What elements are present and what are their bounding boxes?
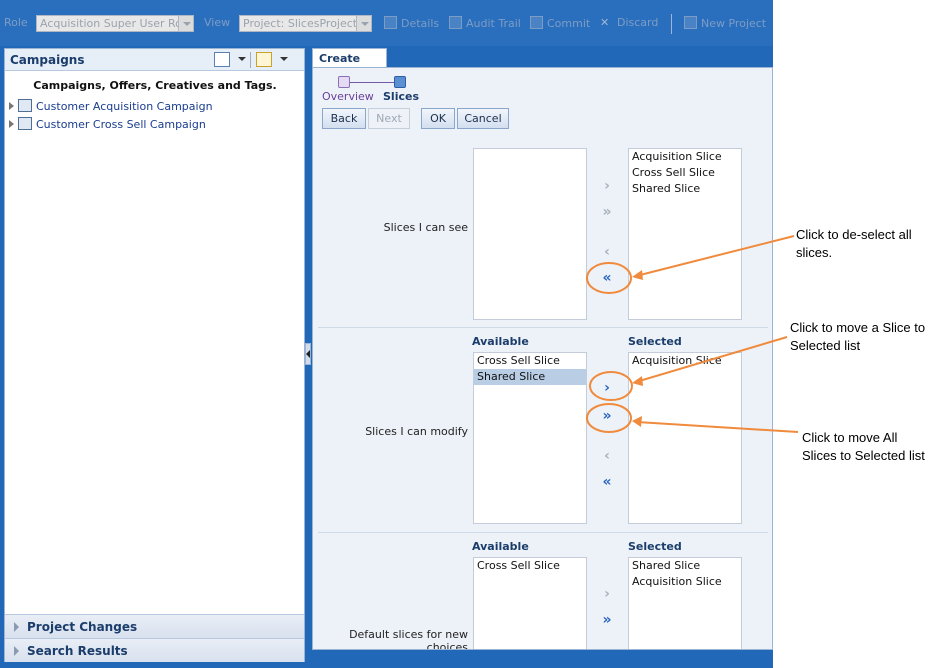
- move-all-right-icon[interactable]: »: [599, 205, 615, 219]
- selected-header-modify: Selected: [628, 335, 682, 348]
- chevron-down-icon: [356, 16, 371, 31]
- chevron-right-icon: [14, 622, 19, 632]
- train-label-slices: Slices: [383, 90, 419, 103]
- new-project-label: New Project: [701, 17, 767, 30]
- field-label-slices-see: Slices I can see: [383, 221, 468, 234]
- train-label-overview[interactable]: Overview: [322, 90, 374, 103]
- commit-icon: [530, 16, 543, 29]
- cancel-button[interactable]: Cancel: [457, 108, 509, 129]
- next-button[interactable]: Next: [368, 108, 410, 129]
- move-all-right-icon[interactable]: »: [599, 409, 615, 423]
- role-label: Role: [4, 16, 28, 29]
- section-divider: [318, 327, 768, 328]
- list-view-icon[interactable]: [214, 52, 230, 67]
- list-item[interactable]: Shared Slice: [629, 558, 741, 574]
- panel-splitter[interactable]: [305, 343, 311, 365]
- chevron-down-icon[interactable]: [238, 57, 246, 61]
- toolbar-divider: [671, 14, 672, 34]
- annotation-move-all: Click to move All Slices to Selected lis…: [802, 430, 925, 463]
- list-item[interactable]: Cross Sell Slice: [474, 558, 586, 574]
- accordion-label: Search Results: [27, 644, 128, 658]
- move-left-icon[interactable]: ‹: [599, 449, 615, 463]
- available-list-see[interactable]: [473, 148, 587, 320]
- discard-label: Discard: [617, 16, 659, 29]
- field-label-default-slices: Default slices for new choices: [349, 628, 468, 650]
- details-icon: [384, 16, 397, 29]
- available-header-default: Available: [472, 540, 529, 553]
- campaign-icon: [18, 117, 32, 130]
- header-divider: [250, 52, 251, 68]
- close-icon: ✕: [600, 16, 610, 29]
- tab-create-role[interactable]: Create Role: [312, 48, 387, 78]
- move-right-icon[interactable]: ›: [599, 381, 615, 395]
- chevron-down-icon: [178, 16, 193, 31]
- move-left-icon[interactable]: ‹: [599, 245, 615, 259]
- details-label: Details: [401, 17, 440, 30]
- list-item[interactable]: Shared Slice: [629, 181, 741, 197]
- audit-trail-button[interactable]: Audit Trail: [449, 16, 521, 30]
- view-select-value: Project: SlicesProject1: [243, 17, 365, 30]
- create-role-panel: Overview Slices Back Next OK Cancel Slic…: [312, 67, 773, 650]
- move-all-right-icon[interactable]: »: [599, 613, 615, 627]
- list-item[interactable]: Cross Sell Slice: [629, 165, 741, 181]
- selected-list-modify[interactable]: Acquisition Slice: [628, 352, 742, 524]
- field-label-slices-modify: Slices I can modify: [365, 425, 468, 438]
- details-button[interactable]: Details: [384, 16, 439, 30]
- campaigns-panel: Campaigns Campaigns, Offers, Creatives a…: [4, 48, 305, 662]
- tree-item-label: Customer Acquisition Campaign: [36, 100, 213, 113]
- new-project-button[interactable]: New Project: [684, 16, 766, 30]
- tree-item-customer-cross-sell[interactable]: Customer Cross Sell Campaign: [9, 117, 206, 131]
- move-all-left-icon[interactable]: «: [599, 475, 615, 489]
- selected-header-default: Selected: [628, 540, 682, 553]
- section-divider: [318, 532, 768, 533]
- chevron-down-icon[interactable]: [280, 57, 288, 61]
- new-project-icon: [684, 16, 697, 29]
- list-item[interactable]: Acquisition Slice: [629, 149, 741, 165]
- campaign-icon: [18, 99, 32, 112]
- selected-list-see[interactable]: Acquisition Slice Cross Sell Slice Share…: [628, 148, 742, 320]
- list-item[interactable]: Cross Sell Slice: [474, 353, 586, 369]
- available-header-modify: Available: [472, 335, 529, 348]
- accordion-search-results[interactable]: Search Results: [5, 638, 304, 662]
- available-list-default[interactable]: Cross Sell Slice: [473, 557, 587, 649]
- train-connector: [350, 82, 394, 83]
- campaigns-panel-subtitle: Campaigns, Offers, Creatives and Tags.: [33, 79, 277, 92]
- discard-button[interactable]: ✕ Discard: [600, 16, 658, 29]
- tree-item-label: Customer Cross Sell Campaign: [36, 118, 206, 131]
- audit-trail-label: Audit Trail: [466, 17, 521, 30]
- top-toolbar: Role Acquisition Super User Role View Pr…: [0, 0, 773, 46]
- ok-button[interactable]: OK: [421, 108, 455, 129]
- list-item-selected[interactable]: Shared Slice: [474, 369, 586, 385]
- tree-item-customer-acquisition[interactable]: Customer Acquisition Campaign: [9, 99, 213, 113]
- available-list-modify[interactable]: Cross Sell Slice Shared Slice: [473, 352, 587, 524]
- new-item-icon[interactable]: [256, 52, 272, 67]
- expand-icon[interactable]: [9, 120, 14, 128]
- annotation-deselect-all: Click to de-select all slices.: [796, 227, 912, 260]
- chevron-right-icon: [14, 646, 19, 656]
- role-select[interactable]: Acquisition Super User Role: [36, 15, 194, 32]
- list-item[interactable]: Acquisition Slice: [629, 574, 741, 590]
- accordion-label: Project Changes: [27, 620, 138, 634]
- list-item[interactable]: Acquisition Slice: [629, 353, 741, 369]
- app-window: Role Acquisition Super User Role View Pr…: [0, 0, 773, 668]
- move-right-icon[interactable]: ›: [599, 587, 615, 601]
- view-select[interactable]: Project: SlicesProject1: [239, 15, 372, 32]
- move-all-left-icon[interactable]: «: [599, 271, 615, 285]
- annotation-move-one: Click to move a Slice to Selected list: [790, 320, 926, 353]
- selected-list-default[interactable]: Shared Slice Acquisition Slice: [628, 557, 742, 649]
- train-step-overview[interactable]: [338, 76, 350, 88]
- accordion-project-changes[interactable]: Project Changes: [5, 614, 304, 638]
- campaigns-panel-title: Campaigns: [10, 53, 85, 67]
- expand-icon[interactable]: [9, 102, 14, 110]
- view-label: View: [204, 16, 231, 29]
- commit-button[interactable]: Commit: [530, 16, 590, 30]
- role-select-value: Acquisition Super User Role: [40, 17, 192, 30]
- train-step-slices[interactable]: [394, 76, 406, 88]
- audit-trail-icon: [449, 16, 462, 29]
- back-button[interactable]: Back: [322, 108, 366, 129]
- campaigns-panel-header: Campaigns: [5, 49, 304, 71]
- move-right-icon[interactable]: ›: [599, 179, 615, 193]
- commit-label: Commit: [547, 17, 591, 30]
